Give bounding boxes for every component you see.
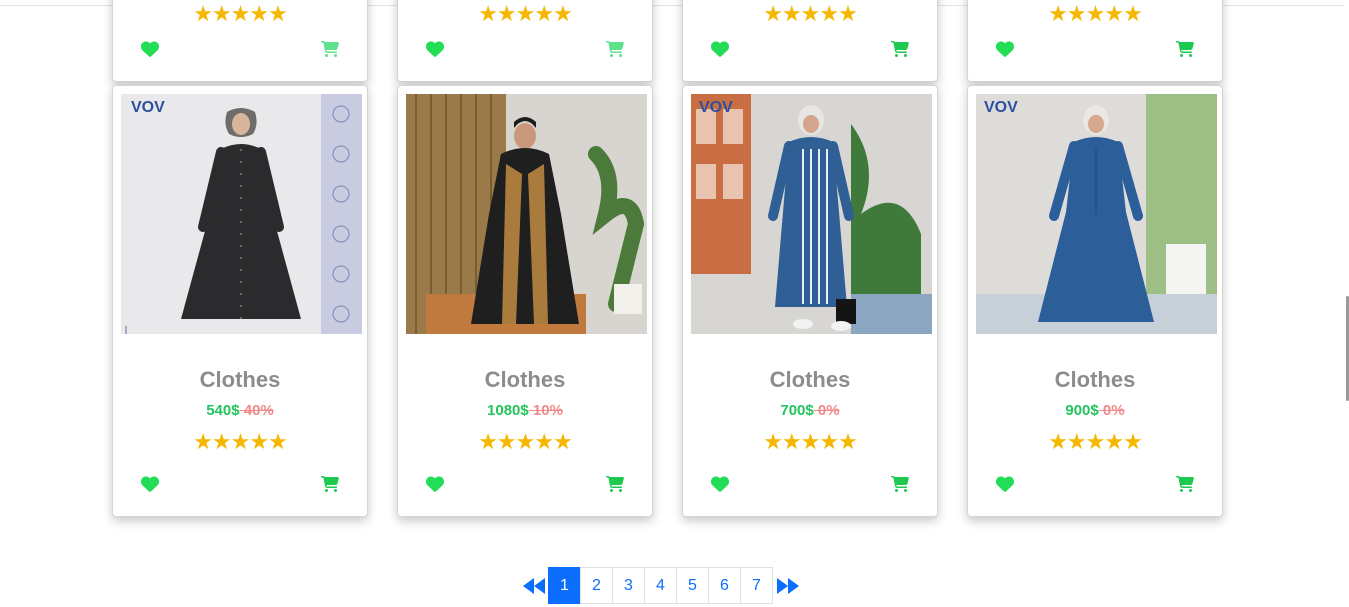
product-card: ★★★★★ <box>682 0 938 82</box>
fast-backward-icon[interactable] <box>519 567 549 604</box>
cart-icon[interactable] <box>606 475 624 493</box>
product-discount: 0% <box>1098 402 1125 419</box>
rating-stars: ★★★★★ <box>478 429 573 454</box>
product-price: 900$ <box>1065 402 1099 419</box>
svg-text:VOV: VOV <box>699 99 733 116</box>
product-image[interactable]: VOV <box>976 94 1217 334</box>
rating-stars: ★★★★★ <box>478 1 573 26</box>
heart-icon[interactable] <box>711 475 729 493</box>
svg-text:VOV: VOV <box>984 99 1018 116</box>
heart-icon[interactable] <box>141 40 159 58</box>
fast-forward-icon[interactable] <box>773 567 803 604</box>
product-discount: 0% <box>813 402 840 419</box>
product-image[interactable] <box>406 94 647 334</box>
rating-stars: ★★★★★ <box>193 429 288 454</box>
price-row: 700$ 0% <box>683 402 937 419</box>
svg-text:VOV: VOV <box>131 99 165 116</box>
product-card[interactable]: VOV Clothes 900$ 0% ★★★★★ <box>967 85 1223 517</box>
cart-icon[interactable] <box>321 475 339 493</box>
product-price: 1080$ <box>487 402 529 419</box>
page-link[interactable]: 5 <box>676 567 709 604</box>
rating-stars: ★★★★★ <box>763 1 858 26</box>
page-link[interactable]: 7 <box>740 567 773 604</box>
heart-icon[interactable] <box>426 475 444 493</box>
cart-icon[interactable] <box>891 475 909 493</box>
price-row: 1080$ 10% <box>398 402 652 419</box>
cart-icon[interactable] <box>606 40 624 58</box>
heart-icon[interactable] <box>996 475 1014 493</box>
product-card[interactable]: VOV Clothes 540$ 40% ★★★★★ <box>112 85 368 517</box>
product-card: ★★★★★ <box>967 0 1223 82</box>
cart-icon[interactable] <box>1176 40 1194 58</box>
price-row: 540$ 40% <box>113 402 367 419</box>
product-image[interactable]: VOV <box>691 94 932 334</box>
rating-stars: ★★★★★ <box>1048 429 1143 454</box>
page-link[interactable]: 1 <box>548 567 581 604</box>
product-card[interactable]: Clothes 1080$ 10% ★★★★★ <box>397 85 653 517</box>
rating-stars: ★★★★★ <box>1048 1 1143 26</box>
rating-stars: ★★★★★ <box>763 429 858 454</box>
product-price: 540$ <box>206 402 240 419</box>
product-title: Clothes <box>769 367 851 392</box>
page-link[interactable]: 2 <box>580 567 613 604</box>
product-price: 700$ <box>780 402 814 419</box>
product-title: Clothes <box>484 367 566 392</box>
page-link[interactable]: 4 <box>644 567 677 604</box>
product-title: Clothes <box>1054 367 1136 392</box>
price-row: 900$ 0% <box>968 402 1222 419</box>
heart-icon[interactable] <box>711 40 729 58</box>
product-card: ★★★★★ <box>397 0 653 82</box>
heart-icon[interactable] <box>996 40 1014 58</box>
product-image[interactable]: VOV <box>121 94 362 334</box>
product-card[interactable]: VOV Clothes 700$ 0% ★★★★★ <box>682 85 938 517</box>
cart-icon[interactable] <box>891 40 909 58</box>
page-scrollbar[interactable] <box>1344 0 1349 607</box>
cart-icon[interactable] <box>321 40 339 58</box>
cart-icon[interactable] <box>1176 475 1194 493</box>
heart-icon[interactable] <box>141 475 159 493</box>
pagination: 1 2 3 4 5 6 7 <box>519 567 803 604</box>
product-discount: 10% <box>528 402 563 419</box>
rating-stars: ★★★★★ <box>193 1 288 26</box>
product-title: Clothes <box>199 367 281 392</box>
page-link[interactable]: 6 <box>708 567 741 604</box>
page-link[interactable]: 3 <box>612 567 645 604</box>
product-discount: 40% <box>239 402 274 419</box>
product-card: ★★★★★ <box>112 0 368 82</box>
heart-icon[interactable] <box>426 40 444 58</box>
